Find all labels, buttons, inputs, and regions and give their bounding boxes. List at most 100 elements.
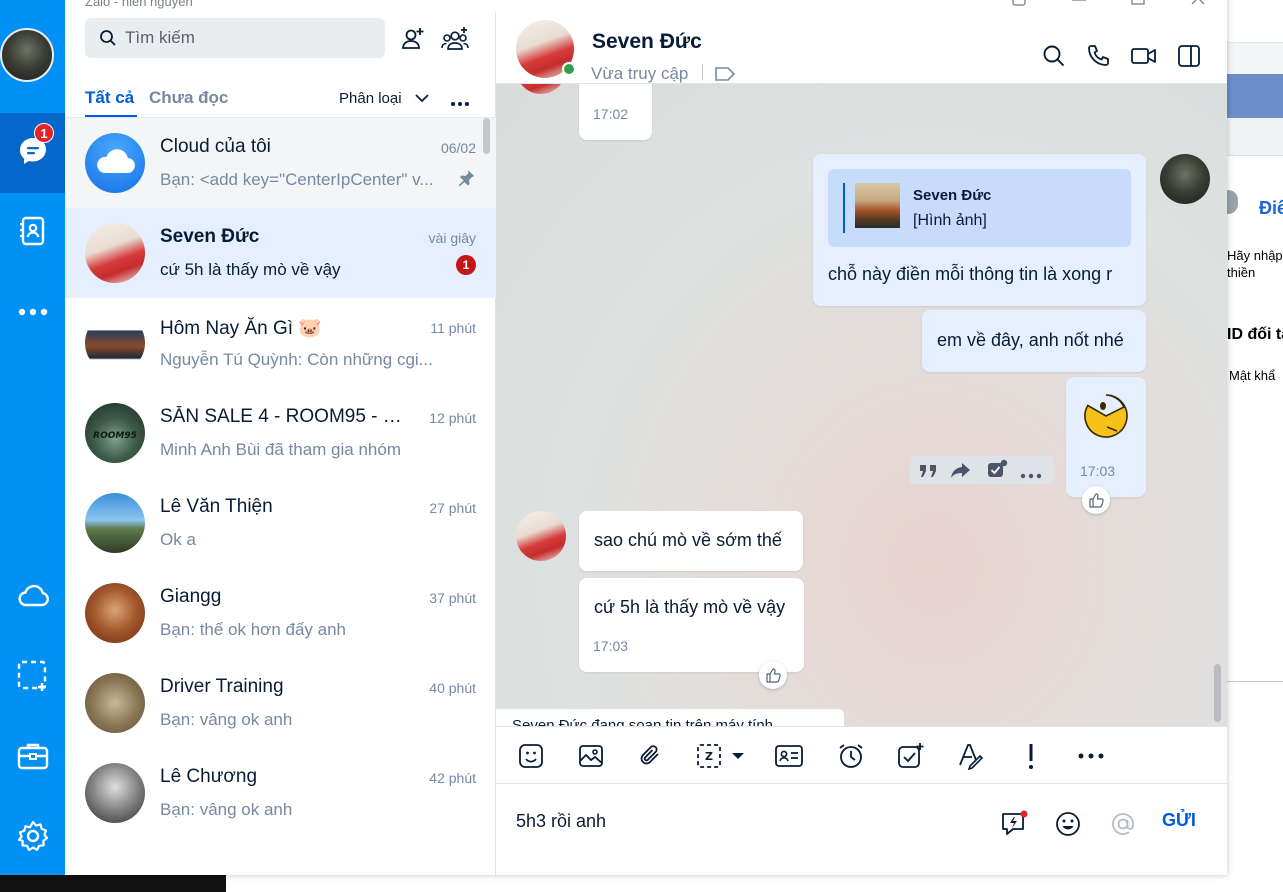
- message-composer: GỬI: [496, 784, 1227, 875]
- classify-label: Phân loại: [339, 90, 402, 107]
- chevron-down-icon: [414, 90, 430, 107]
- incoming-message[interactable]: sao chú mò về sớm thế: [579, 511, 803, 571]
- group-avatar: ROOM95: [85, 403, 145, 463]
- cloud-icon: [16, 583, 50, 614]
- image-icon[interactable]: [576, 741, 606, 771]
- classify-dropdown[interactable]: Phân loại: [339, 90, 430, 107]
- message-scrollbar[interactable]: [1214, 664, 1221, 722]
- conversation-preview: Bạn: thế ok hơn đấy anh: [160, 620, 347, 639]
- message-area: 17:02 Seven Đức [Hình ảnh] chỗ này điền …: [496, 84, 1227, 726]
- conversation-preview: Bạn: vâng ok anh: [160, 800, 293, 819]
- nav-contacts[interactable]: [0, 193, 65, 273]
- nav-more[interactable]: [0, 273, 65, 353]
- message-time: 17:02: [593, 106, 629, 122]
- video-call-icon[interactable]: [1130, 44, 1158, 73]
- conversation-time: 12 phút: [429, 410, 476, 426]
- sender-avatar[interactable]: [516, 84, 566, 94]
- urgent-mark-icon[interactable]: [1016, 741, 1046, 771]
- mention-icon[interactable]: [1109, 810, 1137, 843]
- my-avatar-small[interactable]: [1160, 154, 1210, 204]
- conversation-item[interactable]: Seven Đức vài giây cứ 5h là thấy mò về v…: [65, 208, 496, 298]
- conversation-item[interactable]: ROOM95 SĂN SALE 4 - ROOM95 - Z... 12 phú…: [65, 388, 496, 478]
- conversation-item[interactable]: Driver Training 40 phút Bạn: vâng ok anh: [65, 658, 496, 748]
- close-button[interactable]: [1184, 0, 1212, 12]
- svg-text:Z: Z: [705, 750, 713, 763]
- conversation-item[interactable]: Cloud của tôi 06/02 Bạn: <add key="Cente…: [65, 118, 496, 208]
- send-button[interactable]: GỬI: [1162, 810, 1196, 831]
- conversation-item[interactable]: Giangg 37 phút Bạn: thế ok hơn đấy anh: [65, 568, 496, 658]
- conversation-preview: Bạn: <add key="CenterIpCenter" v...: [160, 170, 434, 189]
- search-input[interactable]: [125, 18, 375, 58]
- quoted-text: [Hình ảnh]: [913, 212, 987, 229]
- forward-icon[interactable]: [950, 461, 972, 484]
- conversation-time: 11 phút: [430, 320, 476, 336]
- sender-avatar[interactable]: [516, 511, 566, 561]
- nav-settings[interactable]: [0, 798, 65, 875]
- conversation-name: Driver Training: [160, 676, 284, 697]
- pacman-sticker-icon: [1081, 391, 1131, 446]
- conversation-list: Cloud của tôi 06/02 Bạn: <add key="Cente…: [65, 118, 496, 875]
- background-app-bar: [1226, 118, 1283, 156]
- nav-screenshot[interactable]: [0, 638, 65, 718]
- tab-unread[interactable]: Chưa đọc: [149, 88, 228, 108]
- conversation-item[interactable]: Hôm Nay Ăn Gì 🐷 11 phút Nguyễn Tú Quỳnh:…: [65, 298, 496, 388]
- quote-bar: [843, 183, 845, 233]
- sticker-message[interactable]: 17:03: [1066, 377, 1146, 497]
- conversation-preview: Ok a: [160, 530, 196, 549]
- background-app-text: Hãy nhập: [1227, 248, 1283, 263]
- more-tools-icon[interactable]: [1076, 741, 1106, 771]
- tab-all[interactable]: Tất cả: [85, 88, 134, 108]
- nav-messages[interactable]: 1: [0, 113, 65, 193]
- more-options-icon[interactable]: [1020, 466, 1042, 484]
- incoming-message[interactable]: cứ 5h là thấy mò về vậy 17:03: [579, 578, 804, 672]
- conversation-preview: Nguyễn Tú Quỳnh: Còn những cgi...: [160, 350, 433, 369]
- maximize-button[interactable]: [1124, 0, 1152, 12]
- nav-cloud[interactable]: [0, 558, 65, 638]
- zalo-window: 1 Zalo - hien nguyen Tìm kiếm Tất cả Chư…: [0, 0, 1227, 875]
- message-input[interactable]: [516, 806, 976, 836]
- more-dots-icon: [17, 304, 49, 322]
- add-friend-icon[interactable]: [400, 26, 426, 57]
- quote-icon[interactable]: [918, 461, 940, 484]
- quoted-message[interactable]: Seven Đức [Hình ảnh]: [828, 169, 1131, 247]
- taskbar-fragment: [0, 874, 226, 892]
- add-task-icon[interactable]: [986, 459, 1008, 484]
- conversation-time: vài giây: [428, 230, 476, 246]
- list-scrollbar[interactable]: [483, 118, 490, 154]
- conversation-preview: Minh Anh Bùi đã tham gia nhóm: [160, 440, 401, 459]
- background-app-label-password: Mật khẩ: [1229, 368, 1276, 383]
- text-format-icon[interactable]: [956, 741, 986, 771]
- reminder-clock-icon[interactable]: [836, 741, 866, 771]
- conversation-item[interactable]: Lê Chương 42 phút Bạn: vâng ok anh: [65, 748, 496, 838]
- attachment-icon[interactable]: [636, 741, 666, 771]
- lock-icon[interactable]: [1005, 0, 1033, 12]
- nav-toolbox[interactable]: [0, 718, 65, 798]
- create-group-icon[interactable]: [441, 26, 469, 57]
- outgoing-message[interactable]: em về đây, anh nốt nhé: [922, 310, 1146, 372]
- more-options-icon[interactable]: [450, 94, 470, 112]
- screenshot-capture-icon[interactable]: Z: [696, 741, 752, 771]
- my-avatar[interactable]: [0, 28, 54, 82]
- task-icon[interactable]: [896, 741, 926, 771]
- like-reaction-icon[interactable]: [1082, 486, 1110, 514]
- chat-contact-name[interactable]: Seven Đức: [592, 30, 702, 54]
- minimize-button[interactable]: [1065, 0, 1093, 12]
- sticker-icon[interactable]: [516, 741, 546, 771]
- contact-card-icon[interactable]: [774, 741, 804, 771]
- incoming-message[interactable]: 17:02: [579, 84, 652, 140]
- conversation-name: Seven Đức: [160, 226, 260, 247]
- like-reaction-icon[interactable]: [759, 661, 787, 689]
- message-text: em về đây, anh nốt nhé: [937, 330, 1124, 350]
- title-bar: Zalo - hien nguyen: [65, 0, 1227, 12]
- search-icon[interactable]: [1042, 44, 1066, 73]
- background-app-text: thiền: [1227, 265, 1256, 280]
- outgoing-reply-message[interactable]: Seven Đức [Hình ảnh] chỗ này điền mỗi th…: [813, 154, 1146, 306]
- emoji-icon[interactable]: [1054, 810, 1082, 843]
- phone-icon[interactable]: [1086, 44, 1110, 73]
- conversation-name: Lê Chương: [160, 766, 258, 787]
- online-status-dot: [562, 62, 576, 76]
- search-box[interactable]: [85, 18, 385, 58]
- sidebar-toggle-icon[interactable]: [1177, 44, 1201, 73]
- quick-message-icon[interactable]: [1000, 810, 1028, 843]
- conversation-item[interactable]: Lê Văn Thiện 27 phút Ok a: [65, 478, 496, 568]
